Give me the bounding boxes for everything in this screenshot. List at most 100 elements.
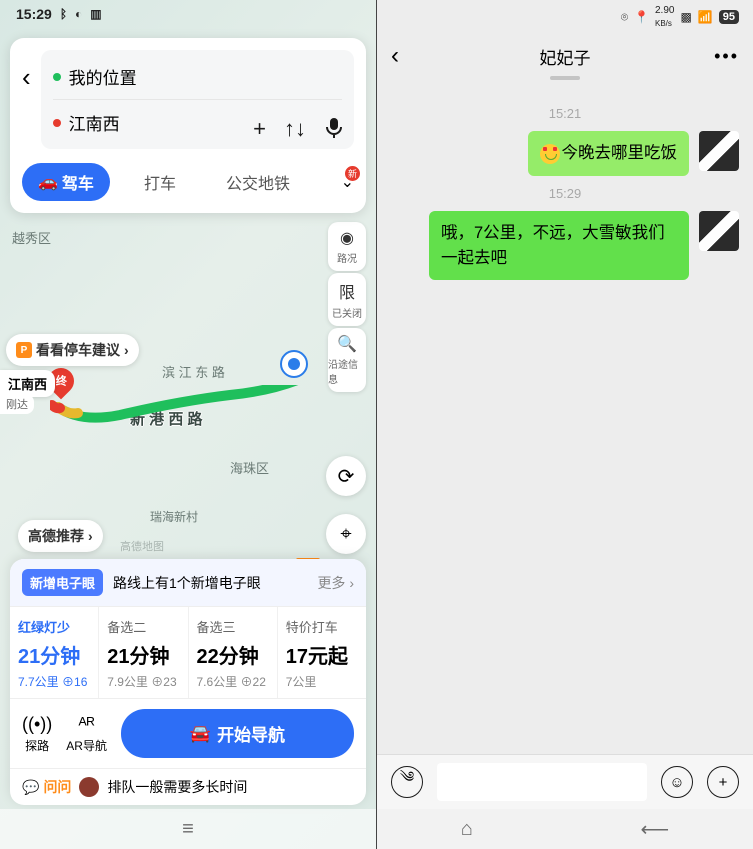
message-bubble[interactable]: 哦，7公里，不远，大雪敏我们一起去吧 (429, 211, 689, 281)
parking-suggestion-chip[interactable]: P 看看停车建议 › (6, 334, 139, 366)
road-label: 滨 江 东 路 (162, 362, 225, 381)
banner-tag: 新增电子眼 (22, 569, 103, 596)
sender-avatar[interactable] (699, 211, 739, 251)
system-nav-bar: ≡ (0, 809, 376, 849)
poi-label: 瑞海新村 (150, 508, 198, 525)
banner-text: 路线上有1个新增电子眼 (113, 573, 261, 593)
new-badge: 新 (345, 166, 360, 181)
emoji-button[interactable]: ☺ (661, 766, 693, 798)
gaode-recommend-chip[interactable]: 高德推荐 › (18, 520, 103, 552)
route-option-1[interactable]: 红绿灯少 21分钟 7.7公里 ⊕16 (10, 607, 99, 698)
route-results-card: 新增电子眼 路线上有1个新增电子眼 更多 › 红绿灯少 21分钟 7.7公里 ⊕… (10, 559, 366, 805)
chevron-right-icon: › (88, 528, 93, 544)
route-option-3[interactable]: 备选三 22分钟 7.6公里 ⊕22 (189, 607, 278, 698)
chat-messages[interactable]: 15:21 今晚去哪里吃饭 15:29 哦，7公里，不远，大雪敏我们一起去吧 (377, 86, 753, 754)
nav-recent-button[interactable]: ≡ (182, 818, 194, 841)
camera-banner[interactable]: 新增电子眼 路线上有1个新增电子眼 更多 › (10, 559, 366, 606)
timestamp: 15:21 (391, 106, 739, 121)
system-nav-bar: ⌂ ⟵ (377, 809, 753, 849)
route-polyline (50, 385, 310, 435)
locate-me-button[interactable]: ⌖ (326, 514, 366, 554)
back-button[interactable]: ‹ (22, 62, 31, 93)
heart-eyes-emoji-icon (540, 144, 560, 164)
chat-icon: 💬 (22, 779, 39, 796)
location-icon: 📍 (634, 10, 649, 24)
chat-input-bar: ༄ ☺ + (377, 754, 753, 809)
wifi-icon: 📶 (698, 10, 713, 24)
origin-dot-icon (53, 73, 61, 81)
add-button[interactable]: + (707, 766, 739, 798)
refresh-button[interactable]: ⟳ (326, 456, 366, 496)
locate-icon: ⌖ (340, 523, 351, 546)
more-button[interactable]: ••• (714, 46, 739, 67)
message-bubble[interactable]: 今晚去哪里吃饭 (528, 131, 690, 176)
mode-transit[interactable]: 公交地铁 (210, 163, 306, 201)
car-icon: 🚗 (38, 172, 58, 192)
ar-icon: ᴬᴿ (78, 714, 94, 735)
chevron-right-icon: › (124, 342, 129, 358)
arrival-label: 刚达 (0, 394, 34, 414)
route-option-2[interactable]: 备选二 21分钟 7.9公里 ⊕23 (99, 607, 188, 698)
nav-home-button[interactable]: ⌂ (461, 818, 473, 841)
shield-icon: ▥ (90, 7, 101, 21)
speed-icon: ⌾ (621, 10, 628, 25)
destination-dot-icon (53, 119, 61, 127)
message-row: 今晚去哪里吃饭 (391, 131, 739, 176)
start-navigation-button[interactable]: 🚘 开始导航 (121, 709, 354, 758)
explore-route-button[interactable]: ((•))探路 (22, 714, 52, 754)
chat-header: ‹ 妃妃子 ••• (377, 34, 753, 86)
district-label: 海珠区 (230, 458, 269, 477)
restriction-toggle[interactable]: 限已关闭 (328, 273, 366, 326)
from-input[interactable]: 我的位置 (53, 60, 342, 93)
chat-title: 妃妃子 (540, 44, 591, 69)
nav-back-button[interactable]: ⟵ (641, 817, 670, 842)
ask-row[interactable]: 💬问问 排队一般需要多长时间 (10, 768, 366, 805)
mode-drive[interactable]: 🚗 驾车 (22, 163, 110, 201)
car-icon: 🚘 (190, 724, 211, 744)
voice-input-button[interactable] (324, 116, 344, 146)
mode-taxi[interactable]: 打车 (128, 163, 192, 201)
message-row: 哦，7公里，不远，大雪敏我们一起去吧 (391, 211, 739, 281)
refresh-icon: ⟳ (338, 464, 355, 489)
drag-handle[interactable] (550, 76, 580, 80)
banner-more[interactable]: 更多 › (317, 573, 354, 593)
traffic-icon: ◉ (340, 228, 354, 248)
map-tool-column: ◉路况 限已关闭 🔍沿途信息 (328, 222, 366, 392)
transport-modes: 🚗 驾车 打车 公交地铁 ⌄ 新 (22, 163, 354, 201)
message-input[interactable] (437, 763, 647, 801)
chat-app-pane: ⌾ 📍 2.90KB/s ▩ 📶 95 ‹ 妃妃子 ••• 15:21 今晚去哪… (377, 0, 753, 849)
map-app-pane: 越秀区 海珠区 滨 江 东 路 新 港 西 路 瑞海新村 高德地图 S81 终 … (0, 0, 376, 849)
dnd-icon: ◐ (75, 7, 82, 21)
add-waypoint-button[interactable]: + (253, 116, 266, 146)
route-option-taxi[interactable]: 特价打车 17元起 7公里 (278, 607, 366, 698)
to-label: 江南西 (69, 110, 120, 135)
back-button[interactable]: ‹ (391, 42, 399, 70)
ask-question-text: 排队一般需要多长时间 (107, 777, 247, 797)
timestamp: 15:29 (391, 186, 739, 201)
wenwen-brand: 💬问问 (22, 777, 71, 797)
status-time: 15:29 (16, 6, 52, 22)
battery-indicator: 95 (719, 10, 739, 24)
status-bar: ⌾ 📍 2.90KB/s ▩ 📶 95 (377, 0, 753, 34)
district-label: 越秀区 (12, 228, 51, 247)
user-avatar-icon (79, 777, 99, 797)
bluetooth-icon: ᛒ (60, 7, 67, 21)
parking-icon: P (16, 342, 32, 358)
route-search-card: ‹ 我的位置 江南西 + ↑↓ 🚗 驾车 (10, 38, 366, 213)
voice-message-button[interactable]: ༄ (391, 766, 423, 798)
traffic-toggle[interactable]: ◉路况 (328, 222, 366, 271)
map-attribution: 高德地图 (120, 538, 164, 554)
smile-icon: ☺ (669, 774, 684, 791)
status-bar: 15:29 ᛒ ◐ ▥ (16, 6, 102, 22)
current-location-dot[interactable] (280, 350, 308, 378)
swap-endpoints-button[interactable]: ↑↓ (284, 116, 306, 146)
from-label: 我的位置 (69, 64, 137, 89)
destination-label[interactable]: 江南西 (0, 370, 55, 397)
sender-avatar[interactable] (699, 131, 739, 171)
ar-nav-button[interactable]: ᴬᴿAR导航 (66, 714, 107, 754)
search-icon: 🔍 (337, 334, 357, 354)
roadside-info-button[interactable]: 🔍沿途信息 (328, 328, 366, 392)
sim-icon: ▩ (680, 10, 691, 24)
route-options: 红绿灯少 21分钟 7.7公里 ⊕16 备选二 21分钟 7.9公里 ⊕23 备… (10, 606, 366, 698)
mode-more[interactable]: ⌄ 新 (341, 172, 354, 192)
